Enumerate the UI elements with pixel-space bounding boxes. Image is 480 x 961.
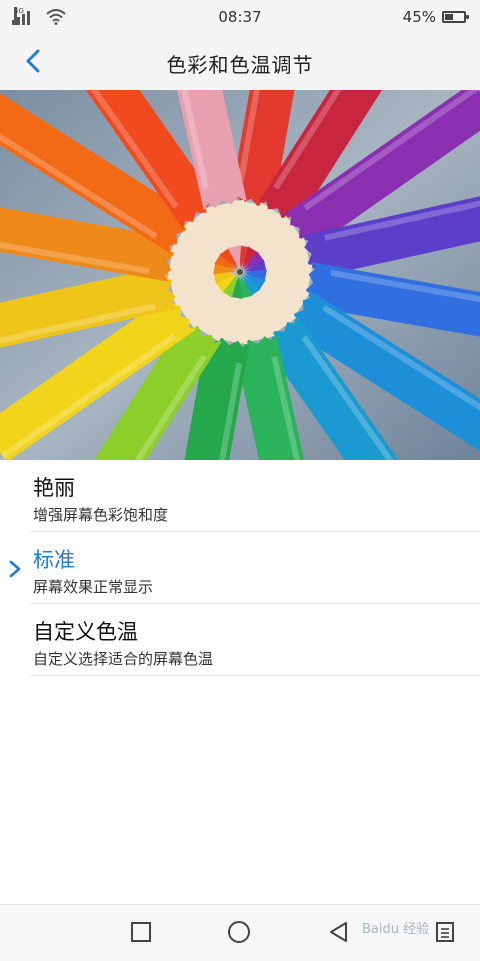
option-standard[interactable]: 标准 屏幕效果正常显示 (0, 532, 480, 604)
circle-icon (228, 921, 250, 943)
system-back-button[interactable] (326, 919, 352, 945)
pencils-illustration (0, 90, 480, 460)
header: 色彩和色温调节 (0, 34, 480, 90)
battery-percent: 45% (402, 8, 436, 26)
option-title: 标准 (33, 548, 75, 572)
option-subtitle: 自定义选择适合的屏幕色温 (33, 650, 214, 668)
option-vivid[interactable]: 艳丽 增强屏幕色彩饱和度 (0, 460, 480, 532)
battery-icon (442, 11, 469, 23)
menu-button[interactable] (432, 919, 458, 945)
option-title: 自定义色温 (33, 620, 138, 644)
option-subtitle: 增强屏幕色彩饱和度 (33, 506, 169, 524)
battery-level (445, 14, 453, 20)
option-title: 艳丽 (33, 476, 75, 500)
status-bar: 4G 08:37 45% (0, 0, 480, 34)
page-title: 色彩和色温调节 (166, 53, 314, 77)
watermark: Baidu 经验 (362, 922, 430, 937)
status-right: 45% (402, 8, 469, 26)
colored-pencils-image (0, 90, 480, 460)
recents-button[interactable] (128, 919, 154, 945)
triangle-back-icon (330, 922, 347, 942)
menu-icon (436, 922, 454, 942)
color-mode-list: 艳丽 增强屏幕色彩饱和度 标准 屏幕效果正常显示 自定义色温 自定义选择适合的屏… (0, 460, 480, 676)
home-button[interactable] (226, 919, 252, 945)
option-subtitle: 屏幕效果正常显示 (33, 578, 154, 596)
divider (30, 675, 480, 676)
selected-chevron-icon (9, 560, 21, 578)
square-icon (131, 922, 151, 942)
option-custom-temperature[interactable]: 自定义色温 自定义选择适合的屏幕色温 (0, 604, 480, 676)
